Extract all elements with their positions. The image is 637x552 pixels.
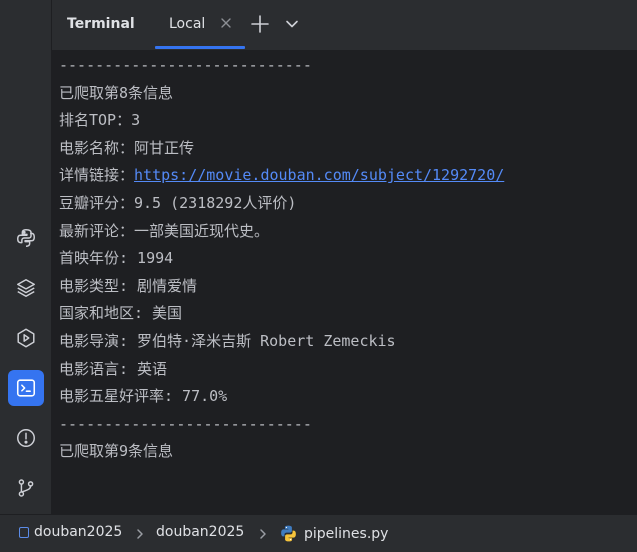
terminal-line: ---------------------------- [59, 56, 312, 74]
breadcrumb-label: pipelines.py [304, 525, 389, 542]
python-file-icon [281, 525, 296, 542]
detail-link[interactable]: https://movie.douban.com/subject/1292720… [134, 166, 504, 184]
terminal-line: 电影导演: 罗伯特·泽米吉斯 Robert Zemeckis [59, 331, 396, 350]
terminal-icon [16, 379, 36, 397]
chevron-right-icon [137, 529, 143, 539]
terminal-line: 首映年份: 1994 [59, 249, 174, 268]
breadcrumb-file[interactable]: pipelines.py [279, 524, 388, 543]
breadcrumb-label: douban2025 [156, 524, 245, 540]
link-prefix: 详情链接： [59, 166, 135, 185]
terminal-line: 最新评论：一部美国近现代史。 [59, 221, 270, 240]
terminal-line: 豆瓣评分：9.5 (2318292人评价) [59, 193, 297, 212]
tab-label: Local [169, 16, 206, 32]
add-icon[interactable] [250, 14, 270, 34]
breadcrumb-folder[interactable]: douban2025 [156, 524, 244, 540]
terminal-line: 详情链接：https://movie.douban.com/subject/12… [59, 162, 637, 190]
git-branch-icon [18, 479, 34, 497]
terminal-line: 已爬取第9条信息 [59, 442, 174, 461]
layers-icon [17, 279, 35, 297]
chevron-down-icon[interactable] [284, 16, 300, 32]
terminal-tab-header: Terminal Local [52, 0, 637, 50]
problems-button[interactable] [8, 420, 44, 456]
terminal-line: ---------------------------- [59, 414, 312, 433]
active-tab-indicator [155, 46, 245, 49]
run-services-icon [17, 328, 35, 348]
python-packages-button[interactable] [8, 270, 44, 306]
module-icon [19, 526, 29, 538]
breadcrumb-project[interactable]: douban2025 [19, 524, 122, 540]
warning-circle-icon [17, 429, 35, 447]
tab-local[interactable]: Local [155, 0, 245, 50]
python-icon [17, 229, 35, 247]
terminal-line: 电影语言: 英语 [59, 359, 168, 378]
left-tool-strip [0, 0, 52, 514]
terminal-button[interactable] [8, 370, 44, 406]
terminal-line: 排名TOP：3 [59, 111, 141, 130]
terminal-line: 电影五星好评率: 77.0% [59, 387, 228, 406]
breadcrumb-label: douban2025 [34, 524, 123, 540]
terminal-line: 电影名称：阿甘正传 [59, 138, 195, 157]
close-icon[interactable] [219, 16, 233, 30]
terminal-line: 已爬取第8条信息 [59, 83, 174, 102]
terminal-output[interactable]: ---------------------------- 已爬取第8条信息 排名… [52, 50, 637, 514]
git-button[interactable] [8, 470, 44, 506]
terminal-title: Terminal [67, 16, 135, 32]
breadcrumb: douban2025 douban2025 pipelines.py [0, 514, 637, 552]
terminal-line: 国家和地区: 美国 [59, 304, 183, 323]
terminal-line: 电影类型: 剧情爱情 [59, 276, 198, 295]
ide-window: Terminal Local -------------------------… [0, 0, 637, 552]
chevron-right-icon [260, 529, 266, 539]
services-button[interactable] [8, 320, 44, 356]
python-console-button[interactable] [8, 220, 44, 256]
